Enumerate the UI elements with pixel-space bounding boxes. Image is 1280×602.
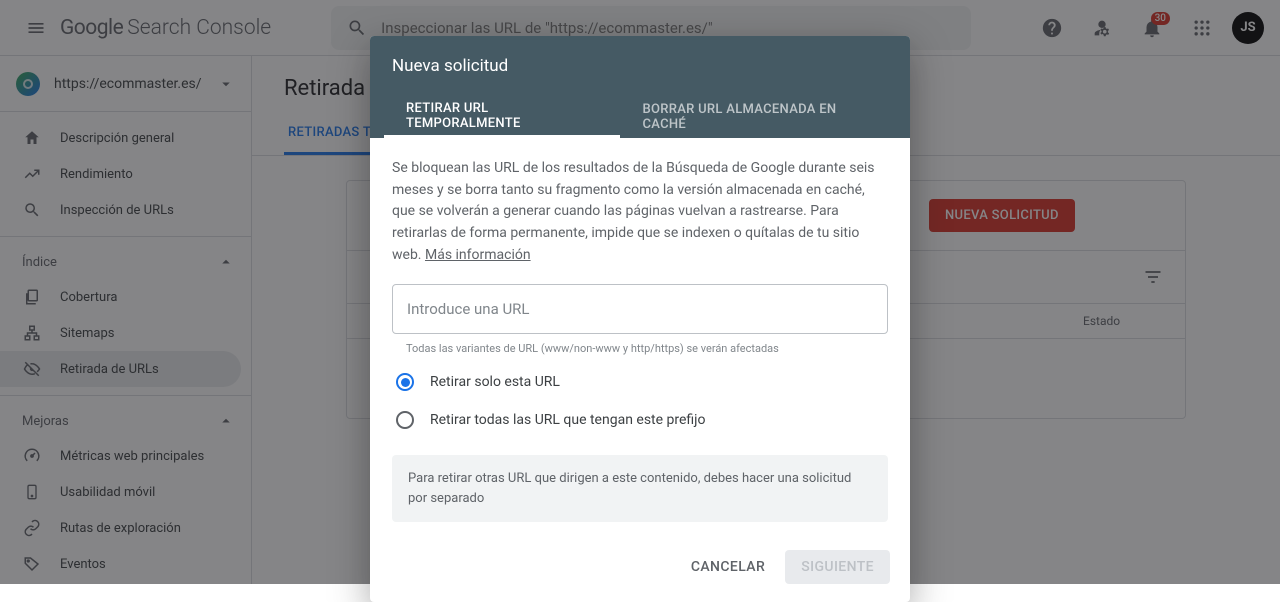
dialog-title: Nueva solicitud [370,36,910,96]
radio-remove-prefix[interactable]: Retirar todas las URL que tengan este pr… [392,411,888,429]
next-button[interactable]: SIGUIENTE [785,550,890,584]
dialog-tab-clear-cache[interactable]: BORRAR URL ALMACENADA EN CACHÉ [620,96,896,138]
radio-label: Retirar solo esta URL [430,374,560,390]
dialog-tabs: RETIRAR URL TEMPORALMENTE BORRAR URL ALM… [370,96,910,138]
radio-unselected-icon [396,411,414,429]
radio-label: Retirar todas las URL que tengan este pr… [430,412,706,428]
dialog-description: Se bloquean las URL de los resultados de… [392,158,888,266]
new-request-dialog: Nueva solicitud RETIRAR URL TEMPORALMENT… [370,36,910,602]
radio-selected-icon [396,373,414,391]
url-input[interactable] [392,284,888,334]
dialog-note: Para retirar otras URL que dirigen a est… [392,455,888,522]
url-input-hint: Todas las variantes de URL (www/non-www … [392,342,888,355]
cancel-button[interactable]: CANCELAR [679,550,777,584]
dialog-actions: CANCELAR SIGUIENTE [370,534,910,602]
dialog-tab-temporary-remove[interactable]: RETIRAR URL TEMPORALMENTE [384,96,620,138]
more-info-link[interactable]: Más información [425,247,531,263]
radio-remove-only-url[interactable]: Retirar solo esta URL [392,373,888,391]
